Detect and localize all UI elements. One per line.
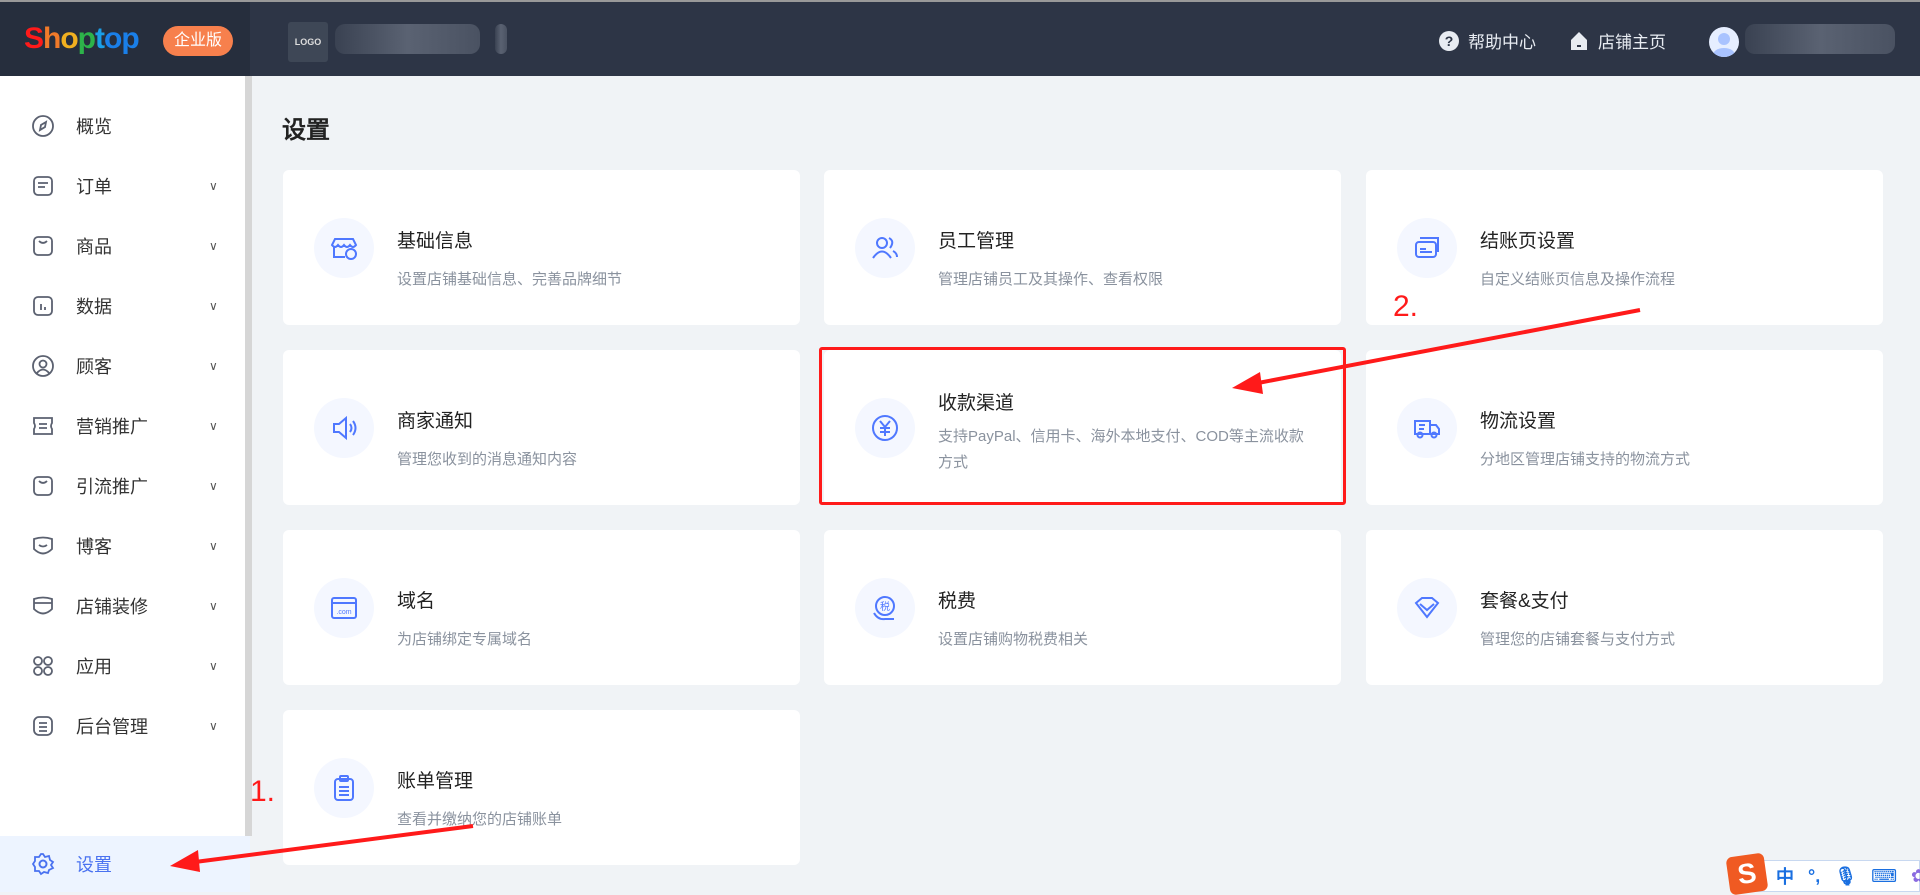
sogou-logo: S xyxy=(1725,852,1769,895)
step-1-label: 1. xyxy=(250,775,276,808)
apps-grid-icon[interactable]: ✿ xyxy=(1911,866,1920,887)
ime-toolbar[interactable]: S 中 °, 🎙 ⌨ ✿ xyxy=(1725,852,1920,895)
arrow-1 xyxy=(194,824,474,864)
ime-mode[interactable]: 中 xyxy=(1776,863,1794,889)
step-2-label: 2. xyxy=(1393,290,1419,323)
arrow-1-head xyxy=(170,850,200,872)
ime-punct[interactable]: °, xyxy=(1808,866,1820,887)
arrow-2-head xyxy=(1232,372,1263,394)
annotation-arrows xyxy=(170,308,1641,872)
microphone-icon[interactable]: 🎙 xyxy=(1834,866,1857,887)
arrow-2 xyxy=(1257,308,1641,385)
keyboard-icon[interactable]: ⌨ xyxy=(1871,866,1897,887)
